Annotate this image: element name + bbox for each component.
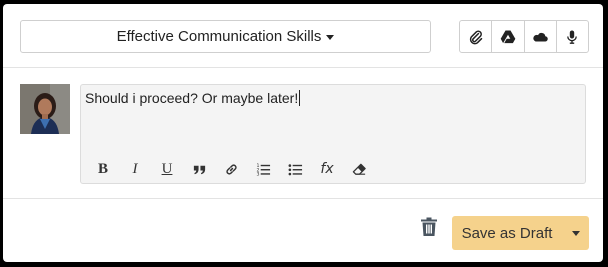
chevron-down-icon xyxy=(571,230,580,236)
onedrive-cloud-icon xyxy=(533,32,548,42)
ordered-list-icon: 1 2 3 xyxy=(256,163,270,177)
attachment-button-group xyxy=(459,20,589,53)
ordered-list-button[interactable]: 1 2 3 xyxy=(247,159,279,179)
save-draft-button-group: Save as Draft xyxy=(452,216,589,250)
topic-dropdown[interactable]: Effective Communication Skills xyxy=(20,20,431,53)
svg-text:3: 3 xyxy=(256,171,259,176)
formula-button[interactable]: fx xyxy=(311,159,343,179)
bold-button[interactable]: B xyxy=(87,159,119,179)
chevron-down-icon xyxy=(326,35,335,40)
comment-dialog: Effective Communication Skills Should i … xyxy=(3,4,603,262)
clear-format-button[interactable] xyxy=(343,159,375,179)
attach-file-button[interactable] xyxy=(460,21,491,52)
bullet-list-button[interactable] xyxy=(279,159,311,179)
underline-button[interactable]: U xyxy=(151,159,183,179)
formula-icon: fx xyxy=(320,161,334,177)
link-icon xyxy=(225,164,237,174)
bold-icon: B xyxy=(97,160,108,177)
comment-text: Should i proceed? Or maybe later! xyxy=(85,90,299,106)
trash-icon xyxy=(421,217,437,236)
formatting-toolbar: B I U 1 2 3 fx xyxy=(87,159,375,179)
delete-button[interactable] xyxy=(420,217,438,237)
eraser-icon xyxy=(352,163,366,175)
dialog-footer: Save as Draft xyxy=(3,198,603,262)
onedrive-button[interactable] xyxy=(523,21,556,52)
link-button[interactable] xyxy=(215,159,247,179)
voice-record-button[interactable] xyxy=(555,21,588,52)
paperclip-icon xyxy=(469,29,482,44)
microphone-icon xyxy=(567,30,578,44)
quote-button[interactable] xyxy=(183,159,215,179)
google-drive-button[interactable] xyxy=(491,21,523,52)
save-as-draft-button[interactable]: Save as Draft xyxy=(452,216,562,250)
comment-editor[interactable]: Should i proceed? Or maybe later! B I U xyxy=(80,84,586,184)
dialog-header: Effective Communication Skills xyxy=(3,4,603,68)
avatar xyxy=(20,84,70,134)
text-cursor xyxy=(299,90,301,106)
google-drive-icon xyxy=(500,30,516,43)
topic-dropdown-label: Effective Communication Skills xyxy=(116,28,322,45)
italic-button[interactable]: I xyxy=(119,159,151,179)
save-options-dropdown-button[interactable] xyxy=(562,216,589,250)
bullet-list-icon xyxy=(288,163,302,175)
save-as-draft-label: Save as Draft xyxy=(461,224,553,242)
user-photo xyxy=(20,84,70,134)
quote-icon xyxy=(193,165,205,174)
comment-text-area[interactable]: Should i proceed? Or maybe later! xyxy=(85,90,301,106)
italic-icon: I xyxy=(132,160,138,177)
underline-icon: U xyxy=(161,160,173,177)
